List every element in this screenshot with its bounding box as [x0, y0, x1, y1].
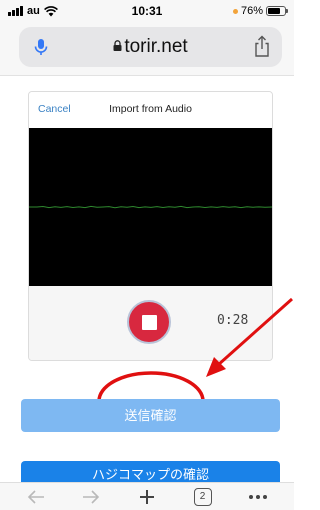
- dialog-title: Import from Audio: [109, 103, 192, 115]
- tabs-icon: 2: [193, 487, 212, 506]
- battery-level: [268, 8, 281, 14]
- forward-arrow-icon[interactable]: [78, 485, 104, 509]
- browser-address-area: torir.net: [0, 24, 294, 76]
- more-icon[interactable]: [245, 485, 271, 509]
- new-tab-plus-icon[interactable]: [134, 485, 160, 509]
- status-right: 76%: [232, 5, 288, 17]
- battery-percent: 76%: [240, 5, 263, 17]
- status-bar: au 10:31 76%: [0, 0, 294, 24]
- address-bar[interactable]: torir.net: [19, 27, 282, 67]
- send-confirm-button[interactable]: 送信確認: [21, 399, 280, 432]
- stop-icon: [141, 314, 157, 330]
- waveform: [29, 205, 272, 209]
- url-text: torir.net: [124, 36, 188, 57]
- battery-icon: [266, 6, 288, 16]
- annotation-arrow: [206, 297, 293, 377]
- privacy-indicator-icon: [232, 8, 238, 14]
- lock-icon: [113, 40, 122, 51]
- audio-visualizer: [29, 128, 272, 286]
- share-icon[interactable]: [253, 35, 271, 58]
- browser-toolbar: 2: [0, 482, 294, 510]
- web-page: Cancel Import from Audio 0:28 送信確認 ハジコマッ…: [0, 77, 294, 494]
- dialog-header: Cancel Import from Audio: [29, 92, 272, 128]
- tabs-button[interactable]: 2: [190, 485, 216, 509]
- stop-recording-button[interactable]: [127, 300, 171, 344]
- back-arrow-icon[interactable]: [23, 485, 49, 509]
- url-display[interactable]: torir.net: [19, 37, 282, 57]
